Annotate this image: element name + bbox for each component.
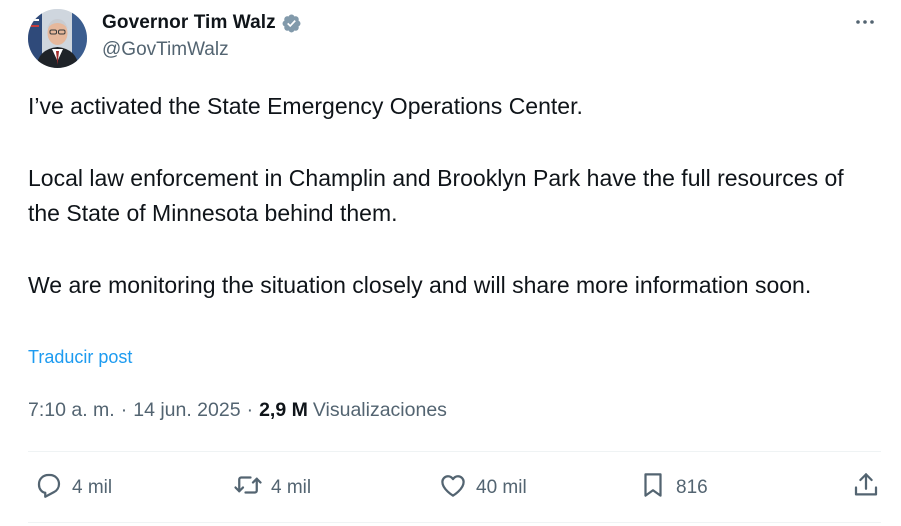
post-paragraph: I’ve activated the State Emergency Opera… xyxy=(28,93,583,119)
divider xyxy=(28,522,881,523)
bookmark-button[interactable]: 816 xyxy=(638,466,708,510)
reply-button[interactable]: 4 mil xyxy=(34,466,112,510)
share-button[interactable] xyxy=(851,466,881,510)
post-text: I’ve activated the State Emergency Opera… xyxy=(28,89,878,303)
share-icon xyxy=(851,470,881,506)
post-metadata: 7:10 a. m. · 14 jun. 2025 · 2,9 M Visual… xyxy=(28,399,447,422)
avatar[interactable] xyxy=(28,9,87,68)
author-info: Governor Tim Walz @GovTimWalz xyxy=(102,9,302,61)
repost-count: 4 mil xyxy=(271,477,312,498)
meta-separator: · xyxy=(120,399,128,421)
like-button[interactable]: 40 mil xyxy=(438,466,527,510)
verified-badge-icon[interactable] xyxy=(281,13,302,34)
like-count: 40 mil xyxy=(476,477,527,498)
divider xyxy=(28,451,881,452)
translate-post-link[interactable]: Traducir post xyxy=(28,347,132,368)
post-paragraph: Local law enforcement in Champlin and Br… xyxy=(28,164,844,227)
repost-icon xyxy=(233,470,263,506)
author-display-name[interactable]: Governor Tim Walz xyxy=(102,12,276,34)
views-label: Visualizaciones xyxy=(312,399,447,421)
heart-icon xyxy=(438,470,468,506)
views-count: 2,9 M xyxy=(259,399,308,421)
meta-separator: · xyxy=(246,399,254,421)
reply-count: 4 mil xyxy=(72,477,113,498)
author-handle[interactable]: @GovTimWalz xyxy=(102,39,302,61)
bookmark-count: 816 xyxy=(676,477,708,498)
more-horizontal-icon[interactable] xyxy=(851,10,879,34)
repost-button[interactable]: 4 mil xyxy=(233,466,311,510)
post-header: Governor Tim Walz @GovTimWalz xyxy=(28,8,881,70)
post-date[interactable]: 14 jun. 2025 xyxy=(133,399,240,422)
post-paragraph: We are monitoring the situation closely … xyxy=(28,271,812,298)
bookmark-icon xyxy=(638,470,668,506)
action-bar: 4 mil 4 mil 40 mil 816 xyxy=(28,466,881,510)
post-time[interactable]: 7:10 a. m. xyxy=(28,399,115,422)
reply-icon xyxy=(34,470,64,506)
